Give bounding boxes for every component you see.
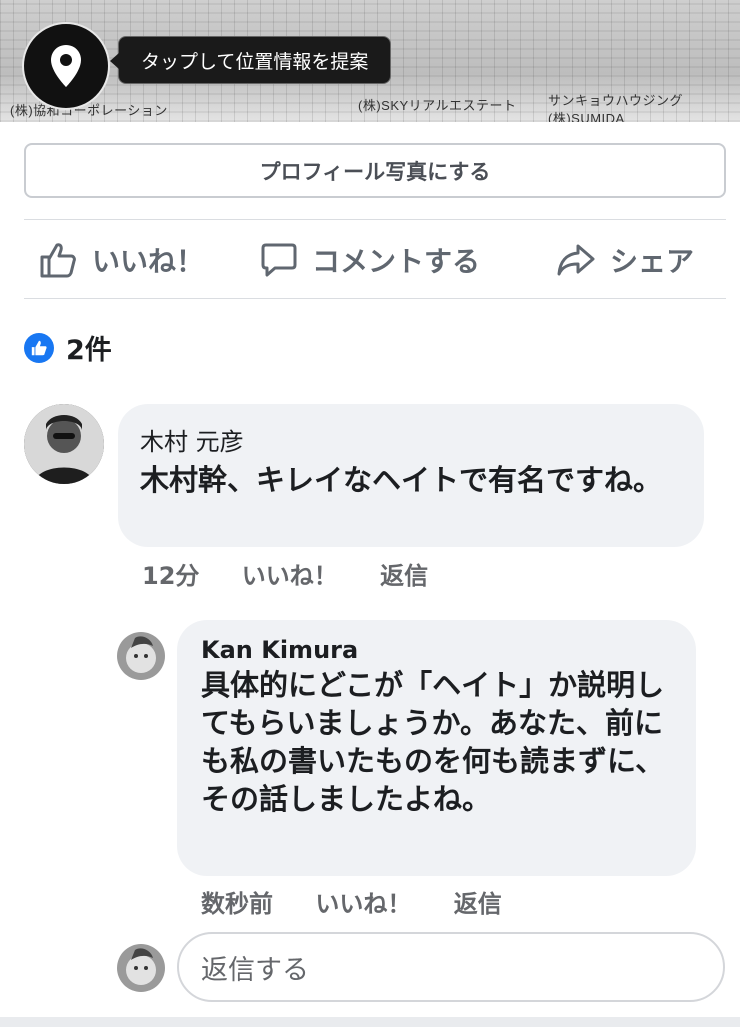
comment-reply-link[interactable]: 返信 (380, 562, 428, 590)
divider (24, 298, 726, 299)
location-pin-button[interactable] (22, 22, 110, 110)
comment-like-link[interactable]: いいね！ (242, 562, 338, 590)
comment-meta: 12分 いいね！ 返信 (142, 556, 462, 591)
share-button[interactable]: シェア (556, 222, 694, 298)
like-reaction-icon (24, 332, 54, 363)
comment-time: 数秒前 (201, 890, 273, 918)
reaction-summary[interactable]: 2件 (24, 328, 112, 367)
newspaper-text: (株)SUMIDA (548, 111, 625, 122)
newspaper-text: サンキョウハウジング (548, 93, 684, 108)
avatar[interactable] (117, 632, 165, 680)
location-tooltip[interactable]: タップして位置情報を提案 (109, 36, 392, 84)
avatar (117, 944, 165, 992)
comment-bubble: 木村 元彦 木村幹、キレイなヘイトで有名ですね。 (118, 404, 704, 547)
make-profile-picture-button[interactable]: プロフィール写真にする (24, 143, 726, 198)
share-label: シェア (610, 245, 695, 278)
comment-bubble: Kan Kimura 具体的にどこが「ヘイト」か説明してもらいましょうか。あなた… (177, 620, 696, 876)
comment-text: 具体的にどこが「ヘイト」か説明してもらいましょうか。あなた、前にも私の書いたもの… (201, 668, 665, 816)
action-bar: いいね！ コメントする シェア (24, 222, 726, 298)
comment-label: コメントする (312, 245, 481, 278)
divider (24, 219, 726, 220)
comment-author[interactable]: 木村 元彦 (140, 422, 680, 457)
share-icon (557, 244, 595, 276)
thumbs-up-icon (40, 243, 76, 278)
comment-author[interactable]: Kan Kimura (201, 636, 674, 664)
comment-icon (261, 243, 297, 277)
newspaper-text: (株)SKYリアルエステート (358, 98, 517, 113)
baby-photo-icon (117, 632, 165, 680)
bottom-edge (0, 1017, 740, 1027)
baby-photo-icon (117, 944, 165, 992)
user-photo-icon (24, 404, 104, 484)
post-photo[interactable]: (株)協和コーポレーション (株)SKYリアルエステート サンキョウハウジング … (0, 0, 740, 122)
like-button[interactable]: いいね！ (38, 222, 204, 298)
comment-reply-link[interactable]: 返信 (454, 890, 502, 918)
comment-button[interactable]: コメントする (260, 222, 480, 298)
reply-input[interactable]: 返信する (177, 932, 725, 1002)
reply-placeholder: 返信する (201, 954, 309, 986)
comment-text: 木村幹、キレイなヘイトで有名ですね。 (140, 463, 663, 497)
comment-meta: 数秒前 いいね！ 返信 (201, 884, 536, 919)
comment-like-link[interactable]: いいね！ (315, 890, 411, 918)
reaction-count: 2件 (66, 335, 112, 366)
comment-time: 12分 (142, 562, 200, 590)
location-pin-icon (51, 45, 81, 87)
avatar[interactable] (24, 404, 104, 484)
like-label: いいね！ (92, 245, 205, 278)
